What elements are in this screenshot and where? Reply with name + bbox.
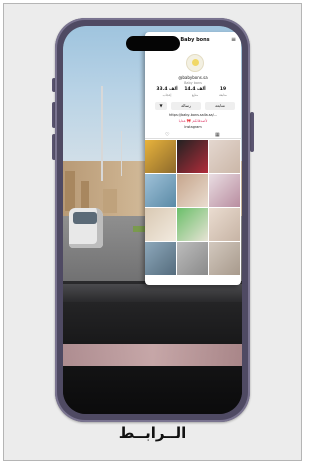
profile-bio: لأصدقائكم 🎀 هدايا xyxy=(178,119,208,123)
video-thumbnail[interactable] xyxy=(177,208,208,241)
heart-icon[interactable]: ♡ xyxy=(165,132,169,138)
grid-icon[interactable]: ▦ xyxy=(215,132,220,138)
video-thumbnail[interactable] xyxy=(177,174,208,207)
dynamic-island xyxy=(126,36,180,51)
street-light xyxy=(101,86,103,181)
profile-subtitle: Baby bons xyxy=(184,81,202,85)
stat-likes[interactable]: 33.4 ألف إعجاب xyxy=(155,87,179,98)
stat-following[interactable]: 19 متابعة xyxy=(211,87,235,98)
video-thumbnail[interactable] xyxy=(209,208,240,241)
video-thumbnail[interactable] xyxy=(209,242,240,275)
profile-link[interactable]: https://baby-bons.salla.sa/... xyxy=(145,113,241,118)
dashboard-reflection xyxy=(63,344,242,366)
video-thumbnail[interactable] xyxy=(177,242,208,275)
more-button[interactable]: ▼ xyxy=(155,102,167,110)
video-thumbnail[interactable] xyxy=(209,174,240,207)
video-thumbnail[interactable] xyxy=(145,208,176,241)
phone-screen: ⚲ ♢ Baby bons ≡ @babybons.sa Baby bons 1… xyxy=(63,26,242,414)
caption: الــرابــط xyxy=(118,424,187,442)
profile-tabs: ♡ ▦ xyxy=(145,132,241,139)
avatar-logo xyxy=(192,59,199,66)
tiktok-profile-screen: ⚲ ♢ Baby bons ≡ @babybons.sa Baby bons 1… xyxy=(145,32,241,285)
avatar[interactable] xyxy=(186,54,204,72)
menu-icon[interactable]: ≡ xyxy=(231,36,236,44)
video-thumbnail[interactable] xyxy=(145,242,176,275)
instagram-link[interactable]: Instagram xyxy=(145,125,241,130)
profile-display-name: Baby bons xyxy=(180,37,210,43)
follow-button[interactable]: متابعة xyxy=(205,102,235,110)
video-thumbnail[interactable] xyxy=(177,140,208,173)
power-button xyxy=(250,112,254,152)
profile-stats: 19 متابعة 14.4 ألف متابِع 33.4 ألف إعجاب xyxy=(153,87,237,99)
profile-actions: متابعة رسالة ▼ xyxy=(155,102,235,110)
video-thumbnail[interactable] xyxy=(145,140,176,173)
video-thumbnail[interactable] xyxy=(209,140,240,173)
message-button[interactable]: رسالة xyxy=(171,102,201,110)
video-thumbnail[interactable] xyxy=(145,174,176,207)
stat-followers[interactable]: 14.4 ألف متابِع xyxy=(183,87,207,98)
